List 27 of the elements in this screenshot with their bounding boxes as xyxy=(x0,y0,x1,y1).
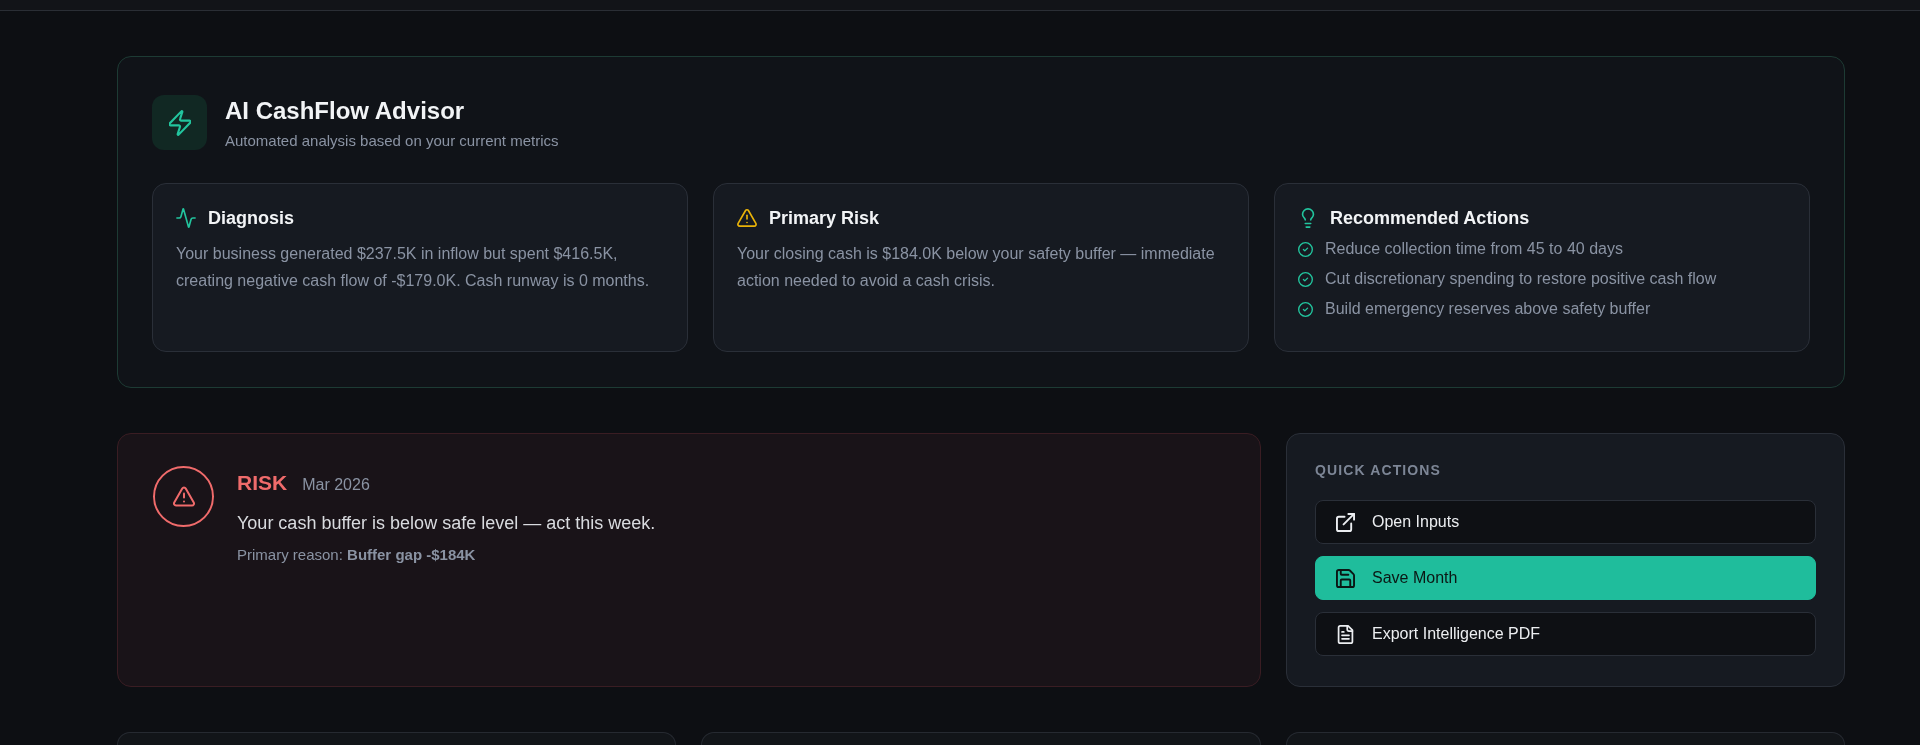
action-text: Build emergency reserves above safety buffer xyxy=(1325,299,1651,319)
action-text: Cut discretionary spending to restore positive cash flow xyxy=(1325,269,1717,289)
warning-icon xyxy=(737,208,757,228)
card-title: Diagnosis xyxy=(208,207,295,230)
card-title: Primary Risk xyxy=(769,207,880,230)
alert-message: Your cash buffer is below safe level — act this week. xyxy=(237,512,656,535)
card-text: Your business generated $237.5K in inflow but spent $416.5K, creating negative cash flow of -$179.0K. Cash runway is 0 months. xyxy=(176,244,651,291)
action-button[interactable]: Open Inputs xyxy=(1315,500,1816,544)
advisor-title: AI CashFlow Advisor xyxy=(225,95,466,126)
document-icon xyxy=(1336,624,1355,644)
action-button[interactable]: Save Month xyxy=(1315,556,1816,600)
period-text: Mar 2026 xyxy=(302,476,370,494)
external-link-icon xyxy=(1336,512,1355,532)
card-title: Recommended Actions xyxy=(1330,207,1530,230)
check-circle-icon xyxy=(1298,241,1313,257)
check-circle-icon xyxy=(1298,301,1313,317)
pulse-icon xyxy=(176,208,196,228)
action-button[interactable]: Export Intelligence PDF xyxy=(1315,612,1816,656)
action-text: Reduce collection time from 45 to 40 days xyxy=(1325,239,1623,259)
warning-icon xyxy=(153,466,214,527)
reason-text: Primary reason: Buffer gap -$184K xyxy=(237,545,477,565)
check-circle-icon xyxy=(1298,271,1313,287)
panel-heading: QUICK ACTIONS xyxy=(1315,461,1443,479)
advisor-subtitle: Automated analysis based on your current metrics xyxy=(225,131,559,150)
status-label: RISK xyxy=(237,470,288,496)
card-text: Your closing cash is $184.0K below your safety buffer — immediate action needed to avoid a cash crisis. xyxy=(737,244,1216,291)
bolt-icon xyxy=(152,95,207,150)
